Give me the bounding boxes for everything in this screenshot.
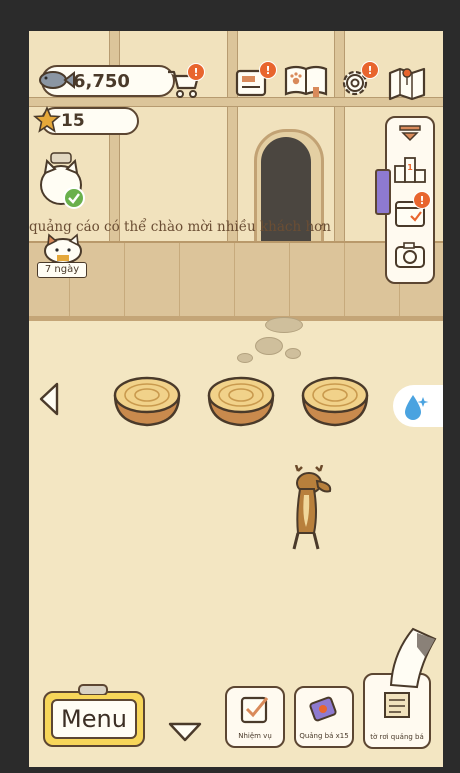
stepping-stone xyxy=(265,317,303,333)
ranking-icon[interactable]: 1 xyxy=(393,152,427,186)
water-drop-icon xyxy=(405,395,429,420)
paw-book-icon xyxy=(284,65,328,97)
arrow-left-icon[interactable] xyxy=(35,381,63,417)
event-banner[interactable] xyxy=(375,169,391,215)
menu-button[interactable]: Menu xyxy=(43,691,145,747)
catbook-button[interactable] xyxy=(283,61,329,101)
camera-icon[interactable] xyxy=(393,240,427,270)
stepping-stone xyxy=(285,348,301,359)
days-remaining-label: 7 ngày xyxy=(37,262,87,278)
collapse-arrow-icon[interactable] xyxy=(398,124,422,142)
star-icon xyxy=(33,106,61,133)
chevron-down-icon[interactable] xyxy=(167,719,203,745)
deer-character[interactable] xyxy=(284,465,340,555)
tree-stump-seat[interactable] xyxy=(205,375,277,427)
shop-alert-badge: ! xyxy=(187,63,205,81)
settings-alert-badge: ! xyxy=(361,61,379,79)
guest-cat-icon[interactable] xyxy=(39,231,87,265)
stepping-stone xyxy=(237,353,253,363)
map-icon xyxy=(388,67,426,101)
wall-beam xyxy=(109,31,120,243)
quest-button[interactable]: Nhiệm vụ xyxy=(225,686,285,748)
ad-card-icon xyxy=(309,696,337,722)
checkmark-icon xyxy=(63,187,85,209)
clip-icon xyxy=(78,684,108,695)
wooden-fence xyxy=(29,241,443,323)
cat-paw-icon xyxy=(389,627,437,689)
star-count: 15 xyxy=(61,111,85,131)
stepping-stone xyxy=(255,337,283,355)
menu-label: Menu xyxy=(51,699,137,739)
notice-alert-badge: ! xyxy=(259,61,277,79)
water-bubble-button[interactable] xyxy=(393,385,443,427)
game-screen: 6,750 15 ! ! ! 1 ! quảng cáo có thể chào… xyxy=(29,31,443,767)
advertise-label: Quảng bá x15 xyxy=(299,732,349,740)
calendar-alert-badge: ! xyxy=(413,191,431,209)
checklist-icon xyxy=(240,696,269,724)
tree-stump-seat[interactable] xyxy=(299,375,371,427)
svg-text:1: 1 xyxy=(407,163,413,172)
flyer-label: tờ rơi quảng bá xyxy=(370,733,424,741)
flyer-icon xyxy=(384,692,410,718)
map-button[interactable] xyxy=(387,63,427,103)
tree-stump-seat[interactable] xyxy=(111,375,183,427)
advertise-button[interactable]: Quảng bá x15 xyxy=(294,686,354,748)
fish-count: 6,750 xyxy=(73,71,130,92)
quest-label: Nhiệm vụ xyxy=(238,732,272,740)
fish-icon xyxy=(39,70,75,90)
